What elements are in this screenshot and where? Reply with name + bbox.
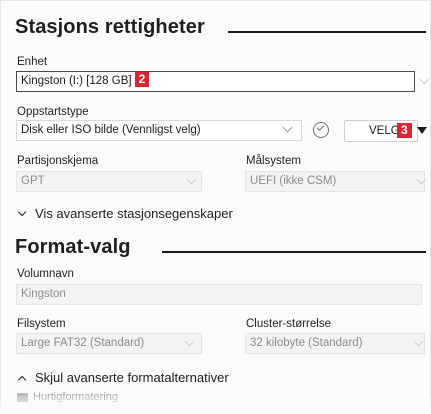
- dropdown-chevron-icon[interactable]: [419, 74, 430, 85]
- show-advanced-drive-toggle[interactable]: Vis avanserte stasjonsegenskaper: [17, 206, 233, 221]
- section-divider: [162, 251, 426, 253]
- device-label: Enhet: [17, 56, 48, 68]
- boot-type-select[interactable]: Disk eller ISO bilde (Vennligst velg): [16, 120, 302, 141]
- partition-scheme-label: Partisjonskjema: [17, 155, 99, 167]
- hide-advanced-format-toggle[interactable]: Skjul avanserte formatalternativer: [17, 370, 229, 385]
- volume-label-input[interactable]: Kingston: [16, 284, 422, 305]
- select-button-label: VELG: [369, 125, 400, 137]
- section-divider: [228, 31, 426, 33]
- check-circle-icon[interactable]: [313, 122, 329, 138]
- device-value: Kingston (I:) [128 GB]: [21, 75, 132, 87]
- target-system-select[interactable]: UEFI (ikke CSM): [245, 171, 425, 192]
- hide-advanced-format-label: Skjul avanserte formatalternativer: [35, 370, 229, 385]
- format-options-heading: Format-valg: [15, 236, 131, 258]
- cluster-size-label: Cluster-størrelse: [246, 318, 331, 330]
- bottom-fade: [0, 396, 431, 414]
- target-system-value: UEFI (ikke CSM): [250, 175, 337, 187]
- cluster-size-value: 32 kilobyte (Standard): [250, 337, 363, 349]
- callout-badge-2: 2: [134, 72, 150, 87]
- partition-scheme-select[interactable]: GPT: [16, 171, 202, 192]
- callout-badge-3: 3: [397, 123, 412, 138]
- drive-properties-heading: Stasjons rettigheter: [15, 16, 205, 38]
- filesystem-value: Large FAT32 (Standard): [21, 337, 145, 349]
- show-advanced-drive-label: Vis avanserte stasjonsegenskaper: [35, 206, 233, 221]
- select-image-button[interactable]: VELG 3: [344, 120, 418, 142]
- filesystem-select[interactable]: Large FAT32 (Standard): [16, 333, 202, 354]
- dropdown-triangle-icon[interactable]: [417, 127, 427, 134]
- volume-label-value: Kingston: [21, 288, 66, 300]
- cluster-size-select[interactable]: 32 kilobyte (Standard): [245, 333, 425, 354]
- boot-type-value: Disk eller ISO bilde (Vennligst velg): [21, 124, 201, 136]
- device-select[interactable]: Kingston (I:) [128 GB] 2: [16, 71, 415, 92]
- volume-label-label: Volumnavn: [17, 268, 74, 280]
- caret-up-icon: [17, 375, 27, 385]
- partition-scheme-value: GPT: [21, 175, 45, 187]
- target-system-label: Målsystem: [246, 155, 301, 167]
- filesystem-label: Filsystem: [17, 318, 66, 330]
- rufus-window: Stasjons rettigheter Enhet Kingston (I:)…: [0, 0, 431, 414]
- boot-type-label: Oppstartstype: [17, 106, 89, 118]
- caret-down-icon: [17, 207, 27, 217]
